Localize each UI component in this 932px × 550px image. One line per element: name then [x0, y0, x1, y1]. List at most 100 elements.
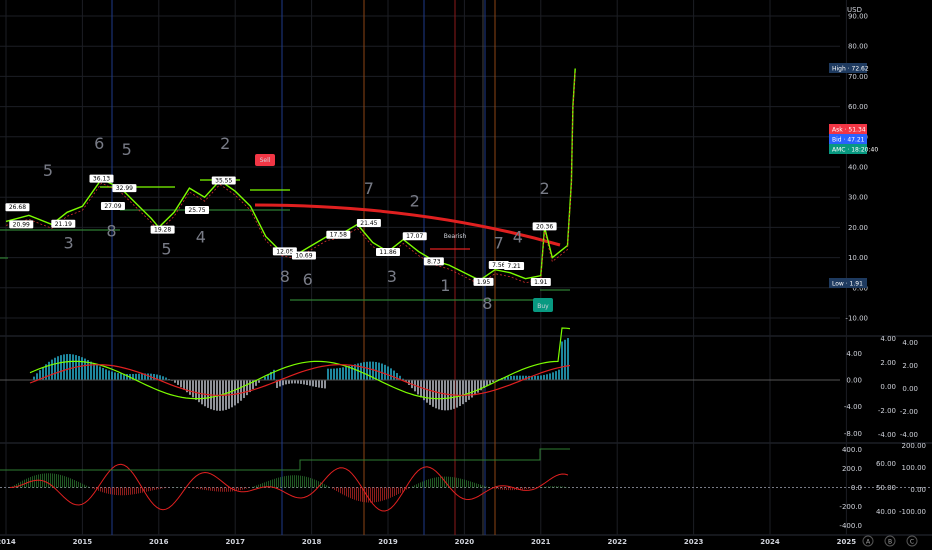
- mom-bar: [124, 487, 125, 496]
- mom-bar: [68, 477, 69, 488]
- mom-bar: [252, 486, 253, 488]
- osc-bar: [201, 380, 203, 405]
- mom-bar: [530, 487, 531, 489]
- price-annotation: 17.58: [330, 232, 347, 239]
- osc-right-tick-b: -2.00: [900, 408, 918, 416]
- osc-bar: [462, 380, 464, 405]
- mom-bar: [114, 487, 115, 495]
- wave-label: 8: [106, 221, 116, 240]
- osc-y-tick: 4.00: [846, 350, 862, 358]
- osc-bar: [312, 380, 314, 387]
- mom-bar: [354, 487, 355, 500]
- mom-bar: [220, 487, 221, 492]
- mom-bar: [80, 482, 81, 488]
- mom-bar: [456, 477, 457, 488]
- osc-bar: [354, 364, 356, 380]
- mom-bar: [390, 487, 391, 498]
- osc-bar: [105, 369, 107, 380]
- mom-bar: [376, 487, 377, 503]
- mom-bar: [226, 487, 227, 492]
- osc-bar: [180, 380, 182, 388]
- mom-bar: [342, 487, 343, 495]
- mom-bar: [128, 487, 129, 495]
- mom-bar: [402, 487, 403, 492]
- mom-bar: [116, 487, 117, 496]
- wave-label: 6: [94, 134, 104, 153]
- mom-bar: [306, 476, 307, 488]
- mom-bar: [146, 487, 147, 492]
- osc-bar: [291, 380, 293, 384]
- mom-bar: [550, 486, 551, 488]
- osc-bar: [237, 380, 239, 404]
- mom-bar: [562, 486, 563, 488]
- mom-bar: [394, 487, 395, 496]
- mom-bar: [156, 487, 157, 490]
- mom-bar: [416, 484, 417, 488]
- price-annotation: 7.56: [492, 262, 506, 269]
- price-annotation: 25.75: [188, 207, 205, 214]
- wave-label: 7: [364, 179, 374, 198]
- osc-right-tick-a: 0.00: [880, 383, 896, 391]
- mom-right-tick-a: 50.00: [876, 484, 896, 492]
- mom-bar: [384, 487, 385, 501]
- bid-badge-label: Bid · 47.21: [832, 137, 865, 144]
- wave-label: 6: [303, 270, 313, 289]
- mom-bar: [104, 487, 105, 493]
- osc-bar: [546, 374, 548, 380]
- mom-bar: [460, 478, 461, 488]
- osc-bar: [447, 380, 449, 411]
- osc-right-tick-b: -4.00: [900, 431, 918, 439]
- mom-bar: [122, 487, 123, 496]
- mom-bar: [450, 476, 451, 488]
- osc-bar: [555, 371, 557, 380]
- mom-bar: [244, 487, 245, 490]
- mom-bar: [204, 487, 205, 490]
- wave-label: 3: [64, 234, 74, 253]
- mom-bar: [208, 487, 209, 491]
- mom-bar: [474, 482, 475, 488]
- osc-bar: [93, 363, 95, 380]
- osc-y-tick: -4.00: [844, 403, 862, 411]
- mom-bar: [94, 487, 95, 490]
- price-annotation: 1.91: [534, 279, 548, 286]
- osc-bar: [135, 373, 137, 380]
- mom-bar: [60, 474, 61, 488]
- mom-bar: [432, 478, 433, 488]
- osc-bar: [111, 371, 113, 380]
- osc-bar: [390, 368, 392, 380]
- osc-bar: [336, 368, 338, 380]
- osc-bar: [564, 339, 566, 380]
- price-y-tick: 20.00: [848, 224, 868, 232]
- osc-bar: [231, 380, 233, 408]
- osc-bar: [384, 364, 386, 380]
- osc-right-tick-a: -4.00: [878, 431, 896, 439]
- mom-bar: [350, 487, 351, 499]
- mom-bar: [286, 475, 287, 488]
- mom-bar: [228, 487, 229, 492]
- osc-bar: [420, 380, 422, 398]
- x-tick-label: 2024: [760, 538, 780, 546]
- mom-bar: [88, 486, 89, 488]
- osc-bar: [477, 380, 479, 393]
- mom-bar: [396, 487, 397, 495]
- osc-bar: [246, 380, 248, 396]
- osc-bar: [81, 357, 83, 380]
- mom-bar: [218, 487, 219, 492]
- mom-bar: [58, 474, 59, 488]
- wave-label: 2: [540, 179, 550, 198]
- buy-signal-label: Buy: [537, 303, 549, 310]
- mom-bar: [478, 484, 479, 488]
- osc-right-tick-b: 0.00: [902, 385, 918, 393]
- mom-bar: [382, 487, 383, 501]
- ask-badge-label: Ask · 51.34: [832, 127, 866, 134]
- osc-bar: [48, 361, 50, 380]
- mom-bar: [428, 479, 429, 488]
- osc-bar: [552, 372, 554, 380]
- osc-bar: [339, 367, 341, 380]
- wave-label: 1: [440, 276, 450, 295]
- mom-bar: [434, 477, 435, 488]
- x-tick-label: 2014: [0, 538, 16, 546]
- mom-bar: [136, 487, 137, 494]
- price-annotation: 20.99: [13, 221, 30, 228]
- price-chart[interactable]: 26.68 20.99 21.19 36.13 27.09 32.99 19.28 25.75…: [0, 0, 932, 550]
